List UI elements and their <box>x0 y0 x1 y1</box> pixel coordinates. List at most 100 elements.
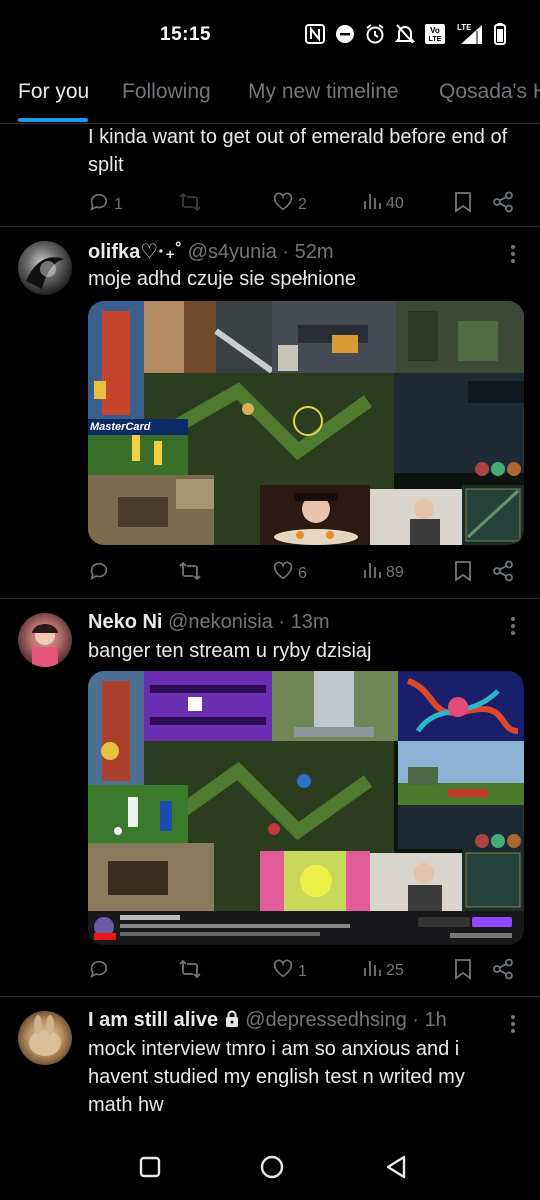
view-count: 89 <box>386 563 404 581</box>
lte-signal-icon: LTE <box>455 22 485 46</box>
reply-button[interactable]: 1 <box>88 191 123 218</box>
post-actions: 6 89 <box>88 560 518 586</box>
avatar[interactable] <box>18 241 72 295</box>
collage-image <box>88 671 524 945</box>
views-button[interactable]: 40 <box>362 191 404 216</box>
views-icon <box>362 191 382 216</box>
post-time: 1h <box>424 1009 447 1031</box>
volte-icon: Vo LTE <box>424 23 446 45</box>
post-item[interactable]: Neko Ni @nekonisia · 13m banger ten stre… <box>0 599 540 997</box>
mastercard-label: MasterCard <box>90 421 151 433</box>
volte-text-top: Vo <box>430 26 440 35</box>
avatar[interactable] <box>18 1011 72 1065</box>
post-actions: 1 25 <box>88 958 518 984</box>
tab-qosadas-h[interactable]: Qosada's H <box>439 80 540 104</box>
post-text: I kinda want to get out of emerald befor… <box>88 126 508 176</box>
bookmark-button[interactable] <box>454 958 472 985</box>
back-button[interactable] <box>384 1154 408 1185</box>
post-media-collage[interactable] <box>88 671 524 945</box>
bookmark-button[interactable] <box>454 191 472 218</box>
views-button[interactable]: 89 <box>362 560 404 585</box>
repost-icon <box>178 958 202 985</box>
display-name[interactable]: Neko Ni <box>88 611 162 633</box>
view-count: 40 <box>386 194 404 212</box>
views-icon <box>362 560 382 585</box>
battery-icon <box>494 23 506 45</box>
display-name[interactable]: olifka♡·₊˚ <box>88 241 182 263</box>
post-item[interactable]: olifka♡·₊˚ @s4yunia · 52m moje adhd czuj… <box>0 227 540 599</box>
alarm-icon <box>364 23 386 45</box>
lock-icon <box>224 1009 240 1031</box>
separator-dot: · <box>282 241 290 263</box>
reply-icon <box>88 191 110 218</box>
bookmark-icon <box>454 560 472 587</box>
active-tab-indicator <box>18 118 88 122</box>
bookmark-icon <box>454 958 472 985</box>
views-button[interactable]: 25 <box>362 958 404 983</box>
tab-following[interactable]: Following <box>122 80 211 104</box>
reply-count: 1 <box>114 195 123 213</box>
reply-button[interactable] <box>88 560 114 587</box>
system-navigation-bar <box>0 1138 540 1200</box>
like-count: 1 <box>298 962 307 980</box>
tab-my-new-timeline[interactable]: My new timeline <box>248 80 399 104</box>
post-text: mock interview tmro i am so anxious and … <box>88 1038 465 1116</box>
display-name[interactable]: I am still alive <box>88 1009 218 1031</box>
heart-icon <box>272 191 294 218</box>
circle-icon <box>260 1155 284 1179</box>
post-time: 52m <box>294 241 334 263</box>
muted-bell-icon <box>395 23 415 45</box>
post-time: 13m <box>290 611 330 633</box>
handle[interactable]: @nekonisia <box>168 611 273 633</box>
home-button[interactable] <box>259 1154 285 1185</box>
repost-button[interactable] <box>178 191 206 218</box>
handle[interactable]: @depressedhsing <box>245 1009 407 1031</box>
post-header: I am still alive @depressedhsing · 1h <box>88 1009 447 1032</box>
share-icon <box>492 191 514 218</box>
bookmark-icon <box>454 191 472 218</box>
handle[interactable]: @s4yunia <box>188 241 277 263</box>
timeline-tabs: For you Following My new timeline Qosada… <box>0 70 540 124</box>
share-icon <box>492 560 514 587</box>
post-text: banger ten stream u ryby dzisiaj <box>88 640 372 662</box>
post-item[interactable]: I kinda want to get out of emerald befor… <box>0 125 540 227</box>
like-button[interactable]: 1 <box>272 958 307 985</box>
square-icon <box>139 1156 161 1178</box>
lte-label: LTE <box>457 23 472 32</box>
reply-button[interactable] <box>88 958 114 985</box>
recent-apps-button[interactable] <box>138 1155 162 1184</box>
post-actions: 1 2 40 <box>88 191 518 217</box>
triangle-back-icon <box>386 1155 406 1179</box>
post-text: moje adhd czuje sie spełnione <box>88 268 356 290</box>
like-count: 2 <box>298 195 307 213</box>
repost-icon <box>178 560 202 587</box>
avatar[interactable] <box>18 613 72 667</box>
share-button[interactable] <box>492 958 514 985</box>
views-icon <box>362 958 382 983</box>
post-header: olifka♡·₊˚ @s4yunia · 52m <box>88 239 334 264</box>
repost-button[interactable] <box>178 560 206 587</box>
post-item[interactable]: I am still alive @depressedhsing · 1h mo… <box>0 997 540 1140</box>
bookmark-button[interactable] <box>454 560 472 587</box>
status-time: 15:15 <box>160 24 212 45</box>
share-button[interactable] <box>492 560 514 587</box>
tab-for-you[interactable]: For you <box>18 80 89 104</box>
share-icon <box>492 958 514 985</box>
repost-icon <box>178 191 202 218</box>
post-media-collage[interactable]: MasterCard <box>88 301 524 545</box>
share-button[interactable] <box>492 191 514 218</box>
separator-dot: · <box>278 611 286 633</box>
collage-image: MasterCard <box>88 301 524 545</box>
like-button[interactable]: 2 <box>272 191 307 218</box>
like-button[interactable]: 6 <box>272 560 307 587</box>
do-not-disturb-icon <box>335 24 355 44</box>
reply-icon <box>88 958 110 985</box>
status-icons: Vo LTE LTE <box>304 22 506 46</box>
post-header: Neko Ni @nekonisia · 13m <box>88 611 330 634</box>
status-bar: 15:15 Vo LTE LTE <box>0 0 540 70</box>
reply-icon <box>88 560 110 587</box>
separator-dot: · <box>412 1009 419 1031</box>
nfc-icon <box>304 23 326 45</box>
repost-button[interactable] <box>178 958 206 985</box>
heart-icon <box>272 560 294 587</box>
